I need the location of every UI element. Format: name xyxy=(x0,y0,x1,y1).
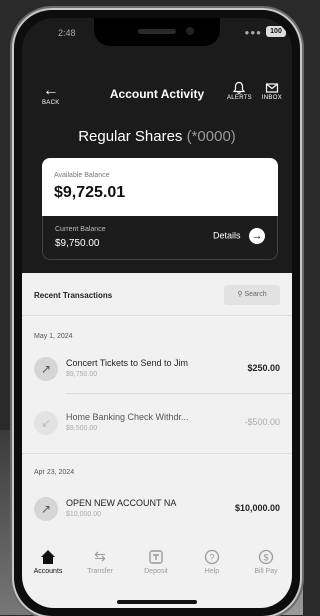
date-header: May 1, 2024 xyxy=(34,333,73,340)
signal-icon: ●●● xyxy=(244,28,262,37)
transaction-amount: -$500.00 xyxy=(244,417,280,427)
front-camera xyxy=(186,27,194,35)
phone-frame: 2:48 ●●● 100 ← BACK Account Activity ALE… xyxy=(14,10,300,616)
arrow-down-left-icon: ↙ xyxy=(34,411,58,435)
search-label: Search xyxy=(244,291,267,298)
inbox-label: INBOX xyxy=(261,95,282,101)
bill-pay-icon: $ xyxy=(244,546,288,566)
account-masked-number: (*0000) xyxy=(186,128,236,145)
search-button[interactable]: ⚲ Search xyxy=(224,285,280,305)
notch xyxy=(94,18,220,46)
transactions-header: Recent Transactions ⚲ Search xyxy=(34,285,280,307)
svg-text:$: $ xyxy=(263,553,268,563)
tab-transfer[interactable]: ⇆ Transfer xyxy=(78,546,122,575)
alerts-button[interactable]: ALERTS xyxy=(227,81,252,101)
transaction-balance: $9,500.00 xyxy=(66,425,98,432)
tab-deposit[interactable]: Deposit xyxy=(134,546,178,575)
deposit-icon xyxy=(134,546,178,566)
bottom-tab-bar: Accounts ⇆ Transfer Deposit ? Help $ Bil… xyxy=(22,546,292,586)
phone-screen: 2:48 ●●● 100 ← BACK Account Activity ALE… xyxy=(22,18,292,608)
transfer-icon: ⇆ xyxy=(94,548,106,564)
tab-label: Deposit xyxy=(144,568,168,575)
envelope-icon xyxy=(265,83,279,93)
tab-accounts[interactable]: Accounts xyxy=(26,546,70,575)
current-balance-label: Current Balance xyxy=(55,226,106,233)
tab-bill-pay[interactable]: $ Bill Pay xyxy=(244,546,288,575)
tab-label: Bill Pay xyxy=(254,568,278,575)
account-name: Regular Shares xyxy=(78,128,183,145)
inbox-button[interactable]: INBOX xyxy=(262,81,282,101)
app-header: ← BACK Account Activity ALERTS INBOX xyxy=(22,78,292,118)
transaction-amount: $250.00 xyxy=(247,363,280,373)
account-title: Regular Shares (*0000) xyxy=(22,128,292,145)
search-icon: ⚲ xyxy=(237,291,243,298)
transaction-row[interactable]: ↗ OPEN NEW ACCOUNT NA $10,000.00 $10,000… xyxy=(22,489,292,533)
arrow-right-icon: → xyxy=(249,228,265,244)
recent-transactions-heading: Recent Transactions xyxy=(34,291,113,300)
bell-icon xyxy=(233,81,246,94)
transaction-amount: $10,000.00 xyxy=(234,503,280,513)
date-header: Apr 23, 2024 xyxy=(34,469,75,476)
arrow-up-right-icon: ↗ xyxy=(34,497,58,521)
transaction-balance: $10,000.00 xyxy=(66,511,102,518)
svg-text:?: ? xyxy=(209,553,214,563)
divider xyxy=(22,453,292,454)
details-label: Details xyxy=(212,230,241,241)
tab-label: Help xyxy=(204,568,220,575)
available-balance-card: Available Balance $9,725.01 xyxy=(42,158,278,216)
tab-help[interactable]: ? Help xyxy=(190,546,234,575)
available-balance-label: Available Balance xyxy=(54,172,110,179)
home-icon xyxy=(26,546,70,566)
help-icon: ? xyxy=(190,546,234,566)
transaction-name: Home Banking Check Withdr... xyxy=(66,412,189,422)
transaction-name: OPEN NEW ACCOUNT NA xyxy=(66,498,177,508)
divider xyxy=(66,393,292,394)
tab-label: Transfer xyxy=(87,568,113,575)
tab-label: Accounts xyxy=(33,568,63,575)
alerts-label: ALERTS xyxy=(226,95,252,101)
home-indicator xyxy=(117,600,197,604)
divider xyxy=(22,315,292,316)
current-balance-amount: $9,750.00 xyxy=(55,238,100,249)
transaction-row[interactable]: ↙ Home Banking Check Withdr... $9,500.00… xyxy=(22,403,292,447)
transaction-name: Concert Tickets to Send to Jim xyxy=(66,358,189,368)
transaction-balance: $9,750.00 xyxy=(66,371,98,378)
details-button[interactable]: Details → xyxy=(213,228,265,244)
speaker-grille xyxy=(138,29,176,34)
battery-icon: 100 xyxy=(266,26,286,37)
status-time: 2:48 xyxy=(58,28,76,38)
arrow-up-right-icon: ↗ xyxy=(34,357,58,381)
available-balance-amount: $9,725.01 xyxy=(54,184,126,201)
transaction-row[interactable]: ↗ Concert Tickets to Send to Jim $9,750.… xyxy=(22,349,292,393)
current-balance-card: Current Balance $9,750.00 Details → xyxy=(42,216,278,260)
